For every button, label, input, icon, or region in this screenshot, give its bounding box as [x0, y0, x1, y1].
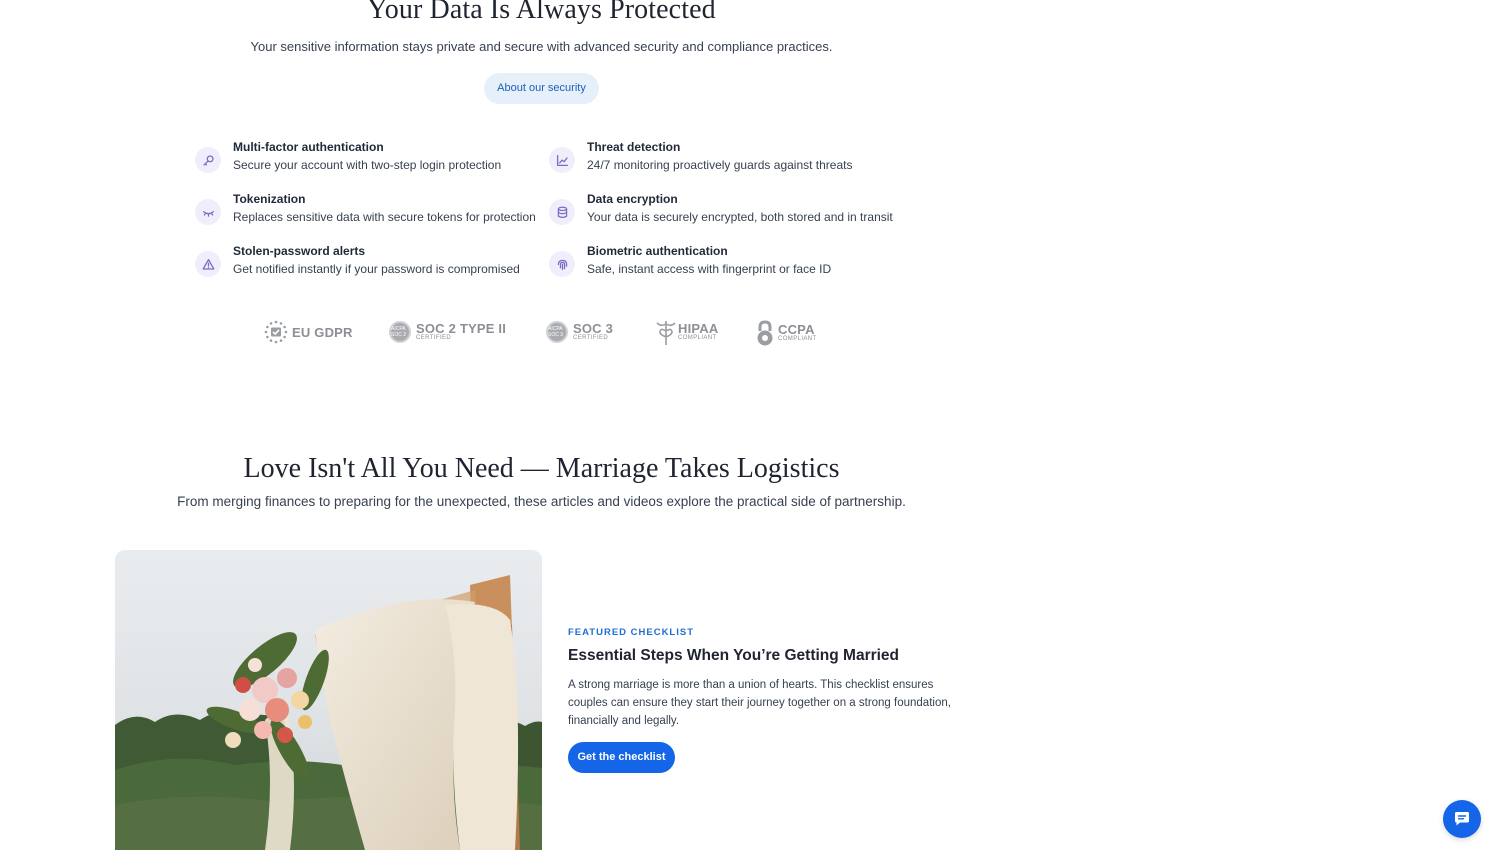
feature-description: Replaces sensitive data with secure toke… [233, 210, 536, 224]
feature-item: Multi-factor authentication Secure your … [195, 140, 545, 187]
chat-bubble-icon [1455, 812, 1469, 826]
badge-subtitle: CERTIFIED [573, 335, 609, 341]
badge-subtitle: COMPLIANT [778, 336, 817, 342]
warning-icon [195, 251, 221, 277]
badge-subtitle: CERTIFIED [416, 335, 452, 341]
badge-soc2-type2: AICPA SOC 2 SOC 2 TYPE II CERTIFIED [389, 321, 506, 343]
featured-title: Essential Steps When You’re Getting Marr… [568, 647, 900, 664]
about-security-button[interactable]: About our security [484, 73, 599, 104]
section-heading: Love Isn't All You Need — Marriage Takes… [243, 453, 840, 484]
eye-closed-icon [195, 199, 221, 225]
feature-item: Stolen-password alerts Get notified inst… [195, 244, 545, 291]
feature-description: 24/7 monitoring proactively guards again… [587, 158, 853, 172]
badge-hipaa: HIPAA COMPLIANT [655, 318, 718, 346]
badge-soc3: AICPA SOC 3 SOC 3 CERTIFIED [546, 321, 613, 343]
feature-description: Safe, instant access with fingerprint or… [587, 262, 832, 276]
badge-name: HIPAA [678, 321, 719, 336]
feature-item: Biometric authentication Safe, instant a… [549, 244, 899, 291]
caduceus-icon [656, 321, 676, 345]
database-icon [549, 199, 575, 225]
chart-line-icon [549, 147, 575, 173]
badge-eu-gdpr: EU GDPR [264, 320, 353, 344]
feature-title: Tokenization [233, 192, 306, 206]
badge-subtitle: COMPLIANT [678, 335, 717, 341]
aicpa-seal-icon: AICPA SOC 3 [546, 321, 568, 343]
feature-description: Your data is securely encrypted, both st… [587, 210, 893, 224]
section-subtitle: From merging finances to preparing for t… [177, 494, 906, 509]
fingerprint-icon [549, 251, 575, 277]
feature-description: Secure your account with two-step login … [233, 158, 502, 172]
gdpr-stars-icon [264, 320, 288, 344]
feature-description: Get notified instantly if your password … [233, 262, 520, 276]
badge-name: SOC 3 [573, 321, 614, 336]
featured-eyebrow: FEATURED CHECKLIST [568, 627, 695, 638]
featured-description: A strong marriage is more than a union o… [568, 679, 951, 727]
badge-name: EU GDPR [292, 324, 353, 340]
feature-title: Threat detection [587, 140, 681, 154]
chat-widget-button[interactable] [1443, 800, 1481, 838]
badge-name: SOC 2 TYPE II [416, 321, 507, 336]
feature-title: Stolen-password alerts [233, 244, 366, 258]
feature-item: Threat detection 24/7 monitoring proacti… [549, 140, 899, 187]
feature-item: Data encryption Your data is securely en… [549, 192, 899, 239]
security-subtitle: Your sensitive information stays private… [250, 39, 833, 54]
feature-title: Biometric authentication [587, 244, 728, 258]
wedding-arch-photo [115, 550, 542, 850]
feature-item: Tokenization Replaces sensitive data wit… [195, 192, 545, 239]
aicpa-seal-icon: AICPA SOC 2 [389, 321, 411, 343]
badge-ccpa: CCPA COMPLIANT [755, 319, 817, 347]
feature-title: Multi-factor authentication [233, 140, 384, 154]
badge-name: CCPA [778, 322, 815, 337]
get-checklist-button[interactable]: Get the checklist [568, 742, 675, 773]
feature-title: Data encryption [587, 192, 678, 206]
key-icon [195, 147, 221, 173]
security-heading: Your Data Is Always Protected [367, 0, 716, 25]
padlock-icon [757, 320, 773, 346]
